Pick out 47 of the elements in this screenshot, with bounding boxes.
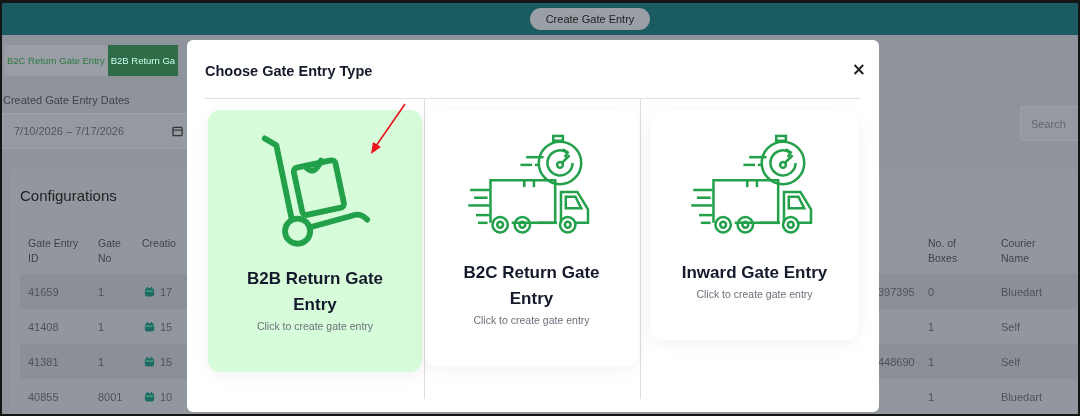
table-cell: 1 [98, 285, 105, 298]
table-cell: 41381 [28, 355, 59, 368]
table-cell: 397395 [878, 285, 915, 298]
calendar-icon [144, 285, 155, 298]
gate-entry-option[interactable]: B2B Return Gate Entry Click to create gate entry [208, 110, 422, 372]
calendar-icon [172, 125, 183, 137]
calendar-icon [144, 320, 155, 333]
gate-entry-option[interactable]: B2C Return Gate Entry Click to create gate entry [425, 110, 638, 366]
option-title: B2C Return Gate Entry [462, 262, 601, 310]
table-cell: 1 [928, 320, 935, 333]
table-cell: Self [1001, 320, 1020, 333]
table-cell: 15 [160, 320, 173, 333]
option-title: Inward Gate Entry [681, 262, 828, 284]
table-cell: Self [1001, 355, 1020, 368]
table-cell: Bluedart [1001, 390, 1042, 403]
column-header: Gate Entry ID [28, 237, 79, 264]
modal-title: Choose Gate Entry Type [205, 63, 373, 79]
table-cell: 8001 [98, 390, 123, 403]
calendar-icon [144, 390, 155, 403]
close-button[interactable]: × [849, 59, 866, 79]
gate-entry-option[interactable]: Inward Gate Entry Click to create gate entry [651, 110, 858, 340]
column-header: Creatio [142, 237, 176, 249]
table-cell: 40855 [28, 390, 59, 403]
table-cell: 41408 [28, 320, 59, 333]
table-cell: 41659 [28, 285, 59, 298]
column-header: Gate No [98, 237, 121, 264]
table-cell: 15 [160, 355, 173, 368]
calendar-icon [144, 355, 155, 368]
annotation-arrow [368, 102, 408, 156]
tab[interactable]: B2B Return Ga [107, 45, 179, 76]
card-title: Configurations [20, 187, 118, 204]
table-cell: 10 [160, 390, 173, 403]
option-subtitle: Click to create gate entry [696, 288, 813, 300]
table-cell: Bluedart [1001, 285, 1042, 298]
table-cell: 1 [928, 355, 935, 368]
table-cell: 1 [98, 355, 105, 368]
column-header: No. of Boxes [928, 237, 958, 264]
option-title: B2B Return Gate Entry [246, 268, 384, 316]
column-header: Courier Name [1001, 237, 1036, 264]
table-cell: 448690 [878, 355, 915, 368]
table-cell: 1 [98, 320, 105, 333]
table-cell: 17 [160, 285, 173, 298]
table-cell: 1 [928, 390, 935, 403]
create-gate-entry-button[interactable]: Create Gate Entry [529, 8, 651, 30]
option-subtitle: Click to create gate entry [256, 320, 374, 332]
date-filter-label: Created Gate Entry Dates [2, 94, 131, 106]
option-subtitle: Click to create gate entry [473, 314, 590, 326]
